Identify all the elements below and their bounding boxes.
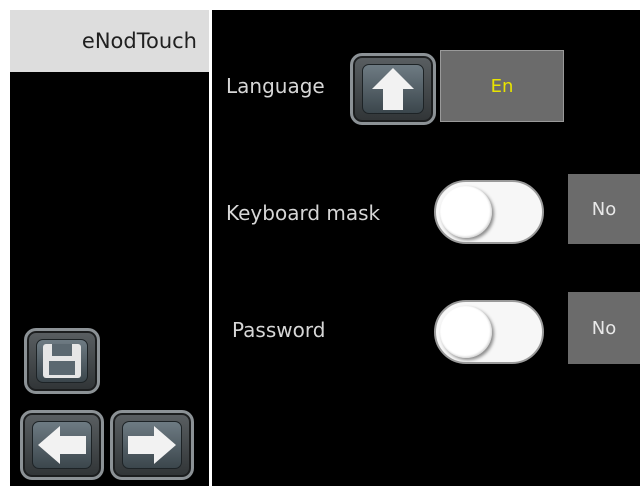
language-value: En <box>440 50 564 122</box>
arrow-up-icon <box>362 64 424 114</box>
toggle-knob <box>440 186 492 238</box>
password-toggle[interactable] <box>434 300 544 364</box>
toggle-knob <box>440 306 492 358</box>
forward-button[interactable] <box>110 410 194 480</box>
app-title: eNodTouch <box>10 10 209 72</box>
back-button[interactable] <box>20 410 104 480</box>
floppy-disk-icon <box>36 339 88 383</box>
password-label: Password <box>232 318 326 342</box>
arrow-left-icon <box>32 421 92 469</box>
language-change-button[interactable] <box>350 53 436 125</box>
keyboard-mask-label: Keyboard mask <box>226 201 381 225</box>
save-button[interactable] <box>24 328 100 394</box>
keyboard-mask-toggle[interactable] <box>434 180 544 244</box>
arrow-right-icon <box>122 421 182 469</box>
password-state: No <box>568 292 640 364</box>
sidebar-panel: eNodTouch <box>10 10 209 486</box>
keyboard-mask-state: No <box>568 174 640 244</box>
settings-panel: Language En Keyboard mask No Password No <box>212 10 640 486</box>
language-label: Language <box>226 74 325 98</box>
